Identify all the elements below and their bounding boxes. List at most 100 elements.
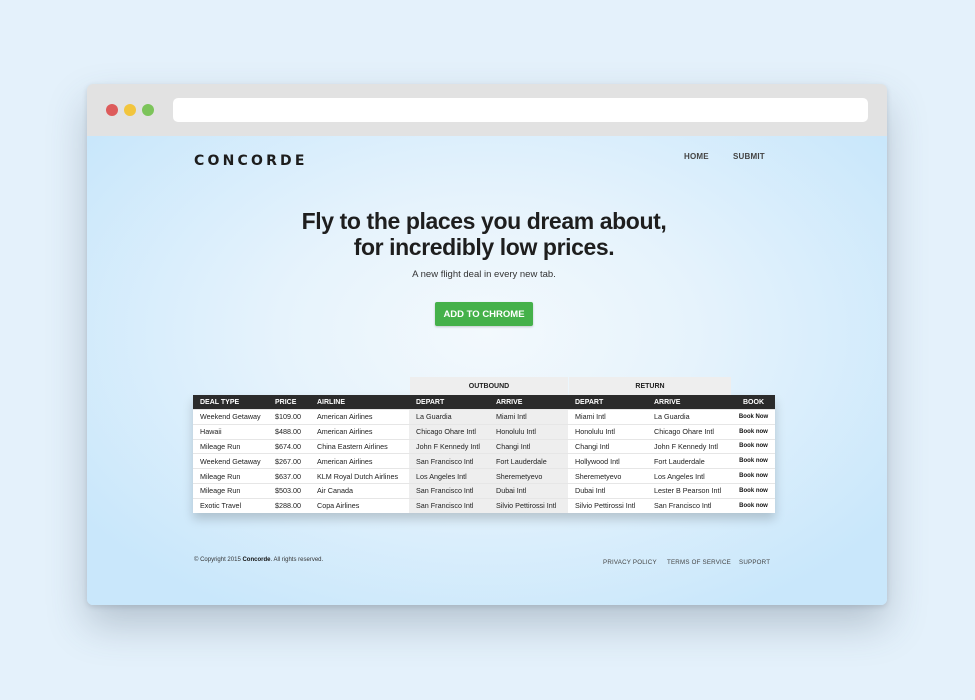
table-row: Weekend Getaway $109.00 American Airlines L… (193, 409, 775, 425)
copyright-prefix: © Copyright 2015 (194, 557, 241, 563)
cell-outbound-depart: San Francisco Intl (409, 482, 489, 499)
cell-price: $503.00 (268, 482, 310, 499)
cell-airline: American Airlines (310, 409, 409, 425)
close-window-icon[interactable] (106, 104, 118, 116)
footer-copyright: © Copyright 2015 Concorde. All rights re… (194, 557, 323, 563)
cell-outbound-arrive: Sheremetyevo (489, 468, 568, 484)
cell-return-arrive: Chicago Ohare Intl (647, 423, 732, 440)
add-to-chrome-button[interactable]: ADD TO CHROME (435, 302, 533, 326)
cell-airline: Copa Airlines (310, 497, 409, 513)
cell-airline: American Airlines (310, 453, 409, 469)
cell-price: $288.00 (268, 497, 310, 513)
cell-return-depart: Miami Intl (568, 409, 647, 425)
cell-return-arrive: John F Kennedy Intl (647, 438, 732, 454)
column-header-return-arrive: ARRIVE (647, 395, 732, 410)
cell-outbound-depart: Los Angeles Intl (409, 468, 489, 484)
cell-deal-type: Hawaii (193, 423, 268, 440)
cell-outbound-depart: Chicago Ohare Intl (409, 423, 489, 440)
cell-return-arrive: Los Angeles Intl (647, 468, 732, 484)
cell-outbound-arrive: Honolulu Intl (489, 423, 568, 440)
cell-outbound-depart: San Francisco Intl (409, 453, 489, 469)
column-header-book: BOOK (732, 395, 775, 410)
cell-outbound-depart: La Guardia (409, 409, 489, 425)
deals-table-body: Weekend Getaway $109.00 American Airlines L… (193, 409, 775, 513)
column-header-airline: AIRLINE (310, 395, 409, 410)
cell-airline: China Eastern Airlines (310, 438, 409, 454)
cell-airline: KLM Royal Dutch Airlines (310, 468, 409, 484)
column-header-return-depart: DEPART (568, 395, 647, 410)
table-group-header-row: OUTBOUND RETURN (193, 377, 775, 395)
table-row: Mileage Run $637.00 KLM Royal Dutch Airlin… (193, 468, 775, 484)
footer-support-link[interactable]: SUPPORT (739, 559, 770, 566)
outbound-group-header: OUTBOUND (410, 377, 568, 395)
cell-outbound-arrive: Miami Intl (489, 409, 568, 425)
cell-return-depart: Silvio Pettirossi Intl (568, 497, 647, 513)
cell-return-arrive: La Guardia (647, 409, 732, 425)
column-header-deal-type: DEAL TYPE (193, 395, 268, 410)
site-logo[interactable]: CONCORDE (194, 153, 308, 169)
nav-home-link[interactable]: HOME (684, 152, 709, 161)
cell-deal-type: Mileage Run (193, 468, 268, 484)
footer-privacy-policy-link[interactable]: PRIVACY POLICY (603, 559, 657, 566)
cell-price: $637.00 (268, 468, 310, 484)
cell-return-depart: Changi Intl (568, 438, 647, 454)
cell-outbound-arrive: Silvio Pettirossi Intl (489, 497, 568, 513)
cell-outbound-depart: San Francisco Intl (409, 497, 489, 513)
hero-title-line2: for incredibly low prices. (353, 234, 615, 260)
cell-return-arrive: Lester B Pearson Intl (647, 482, 732, 499)
table-row: Mileage Run $674.00 China Eastern Airlines… (193, 438, 775, 454)
cell-return-depart: Dubai Intl (568, 482, 647, 499)
page-viewport: CONCORDE HOME SUBMIT Fly to the places y… (87, 136, 887, 605)
cell-price: $488.00 (268, 423, 310, 440)
maximize-window-icon[interactable] (142, 104, 154, 116)
book-now-button[interactable]: Book Now (732, 409, 775, 425)
cell-deal-type: Mileage Run (193, 482, 268, 499)
book-now-button[interactable]: Book now (732, 497, 775, 513)
column-header-outbound-depart: DEPART (409, 395, 489, 410)
cell-price: $674.00 (268, 438, 310, 454)
column-header-price: PRICE (268, 395, 310, 410)
cell-price: $267.00 (268, 453, 310, 469)
cell-deal-type: Weekend Getaway (193, 409, 268, 425)
minimize-window-icon[interactable] (124, 104, 136, 116)
deals-table-container: OUTBOUND RETURN DEAL TYPE PRICE AIRLINE … (193, 377, 775, 513)
cell-price: $109.00 (268, 409, 310, 425)
cell-return-arrive: Fort Lauderdale (647, 453, 732, 469)
table-header-row: DEAL TYPE PRICE AIRLINE DEPART ARRIVE DE… (193, 395, 775, 410)
hero-title-line1: Fly to the places you dream about, (301, 208, 667, 234)
table-row: Mileage Run $503.00 Air Canada San Francisc… (193, 482, 775, 499)
cell-return-depart: Hollywood Intl (568, 453, 647, 469)
hero-title: Fly to the places you dream about, for i… (87, 208, 881, 260)
cell-outbound-arrive: Fort Lauderdale (489, 453, 568, 469)
book-now-button[interactable]: Book now (732, 482, 775, 499)
cell-deal-type: Weekend Getaway (193, 453, 268, 469)
cell-outbound-arrive: Dubai Intl (489, 482, 568, 499)
cell-deal-type: Exotic Travel (193, 497, 268, 513)
return-group-header: RETURN (569, 377, 731, 395)
browser-window: CONCORDE HOME SUBMIT Fly to the places y… (87, 84, 887, 605)
book-now-button[interactable]: Book now (732, 453, 775, 469)
book-now-button[interactable]: Book now (732, 423, 775, 440)
nav-submit-link[interactable]: SUBMIT (733, 152, 765, 161)
book-now-button[interactable]: Book now (732, 468, 775, 484)
table-row: Weekend Getaway $267.00 American Airlines S… (193, 453, 775, 469)
browser-toolbar (87, 84, 887, 136)
cell-return-depart: Honolulu Intl (568, 423, 647, 440)
cell-return-arrive: San Francisco Intl (647, 497, 732, 513)
book-now-button[interactable]: Book now (732, 438, 775, 454)
cell-return-depart: Sheremetyevo (568, 468, 647, 484)
address-bar[interactable] (173, 98, 868, 122)
deals-table: DEAL TYPE PRICE AIRLINE DEPART ARRIVE DE… (193, 395, 775, 513)
cell-deal-type: Mileage Run (193, 438, 268, 454)
table-row: Hawaii $488.00 American Airlines Chicago Oh… (193, 423, 775, 440)
footer-terms-of-service-link[interactable]: TERMS OF SERVICE (667, 559, 731, 566)
table-row: Exotic Travel $288.00 Copa Airlines San Fra… (193, 497, 775, 513)
column-header-outbound-arrive: ARRIVE (489, 395, 568, 410)
cell-airline: American Airlines (310, 423, 409, 440)
copyright-brand: Concorde (242, 557, 271, 563)
cell-airline: Air Canada (310, 482, 409, 499)
copyright-suffix: . All rights reserved. (270, 557, 324, 563)
cell-outbound-depart: John F Kennedy Intl (409, 438, 489, 454)
cell-outbound-arrive: Changi Intl (489, 438, 568, 454)
hero-subtitle: A new flight deal in every new tab. (412, 269, 556, 280)
